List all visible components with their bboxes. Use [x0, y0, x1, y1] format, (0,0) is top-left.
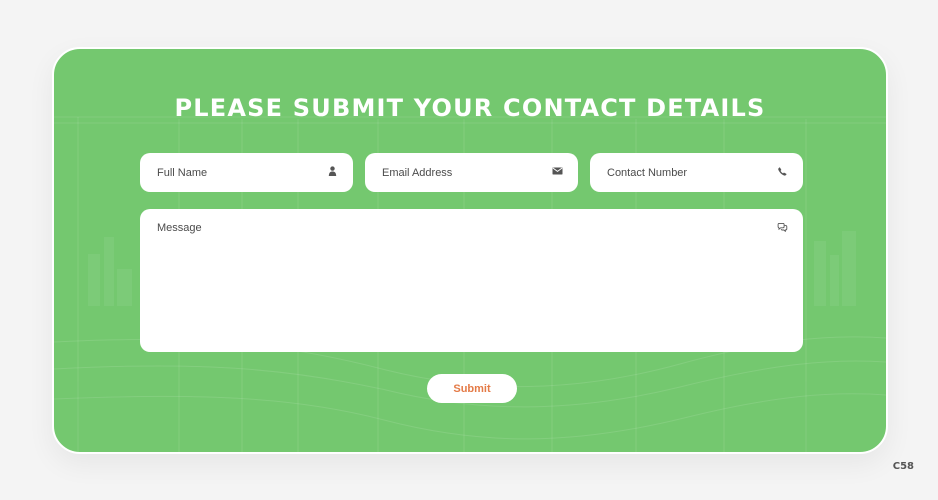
message-field [140, 209, 803, 352]
full-name-field [140, 153, 353, 192]
template-code-label: C58 [892, 461, 914, 472]
email-address-field [365, 153, 578, 192]
envelope-icon [551, 165, 563, 177]
page: Please submit your contact details [0, 0, 938, 500]
form-title: Please submit your contact details [174, 94, 766, 122]
full-name-input[interactable] [140, 153, 353, 192]
email-address-input[interactable] [365, 153, 578, 192]
submit-button[interactable]: Submit [427, 374, 517, 403]
contact-number-field [590, 153, 803, 192]
chat-bubbles-icon [776, 221, 788, 233]
user-icon [326, 165, 338, 177]
message-textarea[interactable] [140, 209, 803, 352]
contact-form-card: Please submit your contact details [52, 47, 888, 454]
contact-number-input[interactable] [590, 153, 803, 192]
phone-icon [776, 165, 788, 177]
